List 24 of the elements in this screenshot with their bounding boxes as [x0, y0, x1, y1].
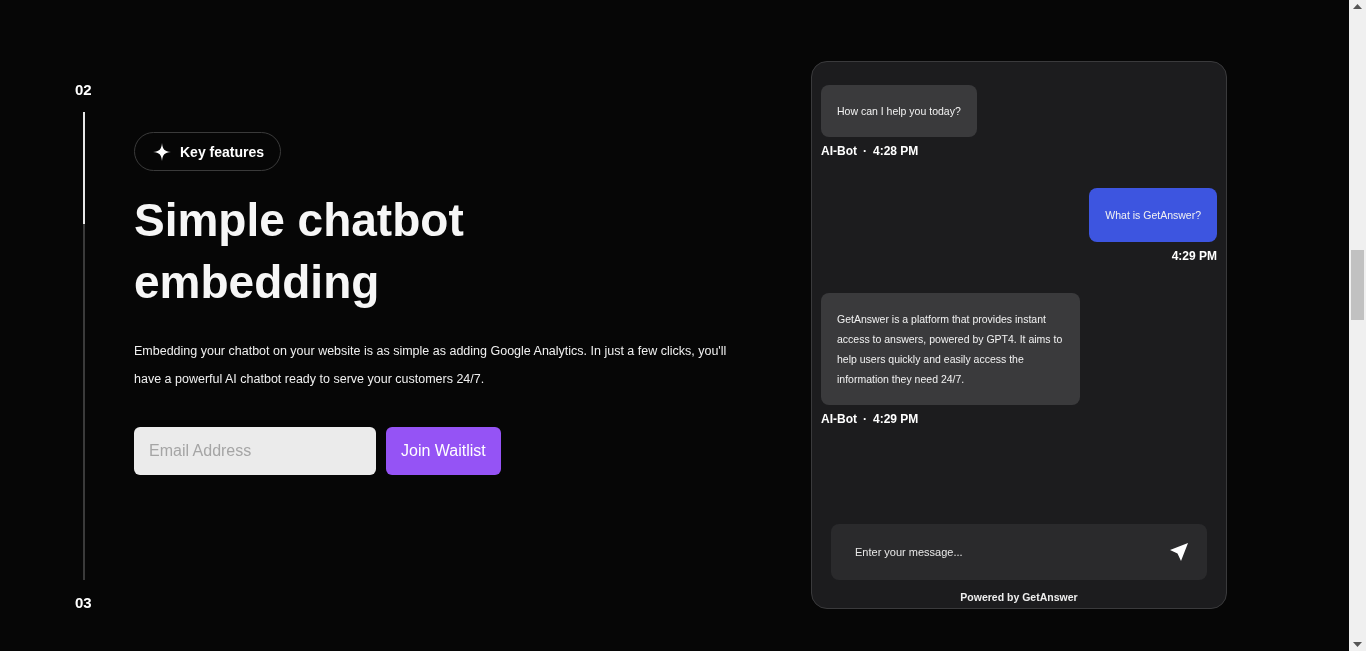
separator-dot: ·	[863, 412, 867, 426]
scroll-up-icon[interactable]	[1353, 4, 1362, 9]
join-waitlist-button[interactable]: Join Waitlist	[386, 427, 501, 475]
message-time: 4:28 PM	[873, 144, 919, 158]
message-time: 4:29 PM	[1171, 249, 1217, 263]
email-field[interactable]: Email Address	[134, 427, 376, 475]
section-heading: Simple chatbot embedding	[134, 193, 465, 310]
send-icon[interactable]	[1169, 542, 1189, 562]
scroll-down-icon[interactable]	[1353, 642, 1362, 647]
badge-label: Key features	[180, 143, 265, 160]
step-number: 03	[75, 594, 92, 611]
scrollbar-thumb[interactable]	[1351, 250, 1364, 320]
sender-name: AI-Bot	[821, 144, 857, 158]
message-time: 4:29 PM	[873, 412, 919, 426]
user-message: What is GetAnswer?	[1089, 188, 1217, 242]
step-number: 02	[75, 81, 92, 98]
scrollbar[interactable]	[1349, 0, 1366, 651]
section-description: Embedding your chatbot on your website is as simple as adding Google Analytics. In just a few clicks, you'll have a powerful AI chatbot ready to serve your customers 24/7.	[134, 343, 728, 388]
bot-message: How can I help you today?	[821, 85, 977, 137]
separator-dot: ·	[863, 144, 867, 158]
sender-name: AI-Bot	[821, 412, 857, 426]
bot-message: GetAnswer is a platform that provides instant access to answers, powered by GPT4. It aims to help users quickly and easily access the information they need 24/7.	[821, 293, 1080, 405]
powered-by-text: Powered by GetAnswer	[959, 591, 1079, 603]
message-field[interactable]: Enter your message...	[831, 524, 1207, 580]
